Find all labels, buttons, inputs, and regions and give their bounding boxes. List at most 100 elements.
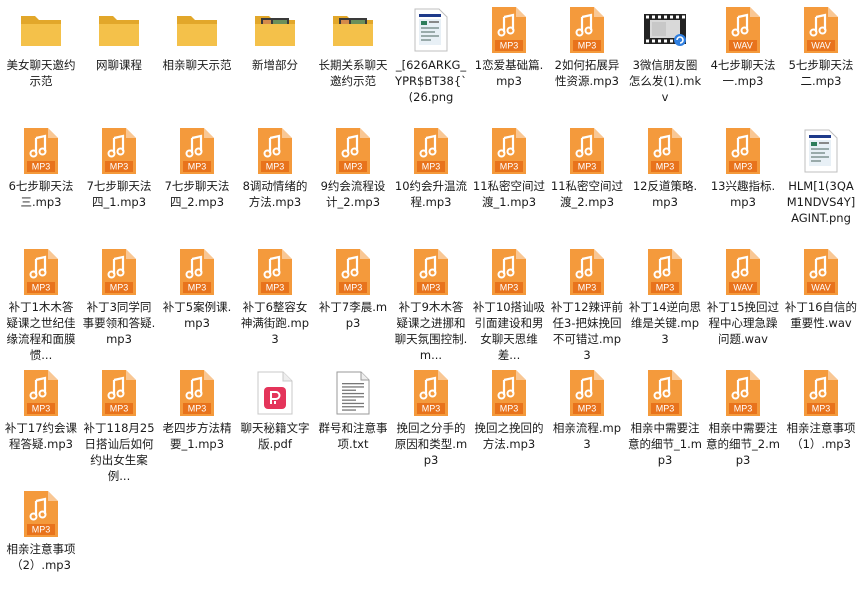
file-item-1[interactable]: 美女聊天邀约示范 bbox=[2, 2, 80, 123]
mp3-file-icon: MP3 bbox=[797, 369, 845, 417]
file-name: 相亲注意事项（2）.mp3 bbox=[6, 542, 76, 572]
file-item-32[interactable]: WAV 补丁15挽回过程中心理急躁问题.wav bbox=[704, 244, 782, 365]
video-file-icon bbox=[641, 6, 689, 54]
file-name: 补丁5案例课.mp3 bbox=[162, 300, 232, 330]
mp3-file-icon: MP3 bbox=[17, 127, 65, 175]
file-type-badge: MP3 bbox=[500, 162, 519, 172]
file-type-badge: MP3 bbox=[32, 162, 51, 172]
file-item-27[interactable]: MP3 补丁7李晨.mp3 bbox=[314, 244, 392, 365]
file-type-badge: MP3 bbox=[812, 404, 831, 414]
file-item-13[interactable]: MP3 7七步聊天法四_1.mp3 bbox=[80, 123, 158, 244]
file-item-34[interactable]: MP3 补丁17约会课程答疑.mp3 bbox=[2, 365, 80, 486]
text-file-icon bbox=[329, 369, 377, 417]
file-name: 补丁17约会课程答疑.mp3 bbox=[4, 421, 78, 451]
file-item-9[interactable]: 3微信朋友圈怎么发(1).mkv bbox=[626, 2, 704, 123]
file-name: 相亲注意事项（1）.mp3 bbox=[786, 421, 856, 451]
file-item-5[interactable]: 长期关系聊天邀约示范 bbox=[314, 2, 392, 123]
file-name: 补丁7李晨.mp3 bbox=[318, 300, 388, 330]
file-type-badge: MP3 bbox=[422, 162, 441, 172]
file-item-7[interactable]: MP3 1恋爱基础篇.mp3 bbox=[470, 2, 548, 123]
file-item-8[interactable]: MP3 2如何拓展异性资源.mp3 bbox=[548, 2, 626, 123]
file-name: 补丁9木木答疑课之进挪和聊天氛围控制.m... bbox=[394, 300, 468, 362]
file-type-badge: MP3 bbox=[578, 404, 597, 414]
file-name: 6七步聊天法三.mp3 bbox=[8, 179, 74, 209]
file-name: 补丁16自信的重要性.wav bbox=[784, 300, 858, 330]
file-name: 聊天秘籍文字版.pdf bbox=[240, 421, 310, 451]
file-name: 挽回之分手的原因和类型.mp3 bbox=[394, 421, 468, 467]
file-type-badge: WAV bbox=[733, 283, 753, 293]
file-item-2[interactable]: 网聊课程 bbox=[80, 2, 158, 123]
file-type-badge: MP3 bbox=[578, 283, 597, 293]
file-item-45[interactable]: MP3 相亲注意事项（2）.mp3 bbox=[2, 486, 80, 607]
file-item-15[interactable]: MP3 8调动情绪的方法.mp3 bbox=[236, 123, 314, 244]
file-item-25[interactable]: MP3 补丁5案例课.mp3 bbox=[158, 244, 236, 365]
file-type-badge: WAV bbox=[811, 283, 831, 293]
mp3-file-icon: MP3 bbox=[563, 248, 611, 296]
file-item-43[interactable]: MP3 相亲中需要注意的细节_2.mp3 bbox=[704, 365, 782, 486]
mp3-file-icon: MP3 bbox=[719, 369, 767, 417]
file-name: 新增部分 bbox=[252, 58, 298, 72]
file-name: 美女聊天邀约示范 bbox=[6, 58, 76, 88]
file-item-29[interactable]: MP3 补丁10搭讪吸引面建设和男女聊天思维差... bbox=[470, 244, 548, 365]
mp3-file-icon: MP3 bbox=[641, 127, 689, 175]
file-name: 11私密空间过渡_1.mp3 bbox=[472, 179, 546, 209]
mp3-file-icon: MP3 bbox=[485, 248, 533, 296]
file-item-39[interactable]: MP3 挽回之分手的原因和类型.mp3 bbox=[392, 365, 470, 486]
file-item-42[interactable]: MP3 相亲中需要注意的细节_1.mp3 bbox=[626, 365, 704, 486]
folder-thumbnail-icon bbox=[251, 6, 299, 54]
file-item-16[interactable]: MP3 9约会流程设计_2.mp3 bbox=[314, 123, 392, 244]
file-type-badge: MP3 bbox=[266, 162, 285, 172]
file-item-21[interactable]: MP3 13兴趣指标.mp3 bbox=[704, 123, 782, 244]
pdf-file-icon bbox=[251, 369, 299, 417]
file-name: 补丁6整容女神满街跑.mp3 bbox=[240, 300, 310, 346]
file-item-24[interactable]: MP3 补丁3同学同事要领和答疑.mp3 bbox=[80, 244, 158, 365]
file-name: 相亲流程.mp3 bbox=[552, 421, 622, 451]
file-item-23[interactable]: MP3 补丁1木木答疑课之世纪佳缘流程和面膜惯... bbox=[2, 244, 80, 365]
file-name: 2如何拓展异性资源.mp3 bbox=[554, 58, 620, 88]
file-item-41[interactable]: MP3 相亲流程.mp3 bbox=[548, 365, 626, 486]
file-item-36[interactable]: MP3 老四步方法精要_1.mp3 bbox=[158, 365, 236, 486]
file-item-18[interactable]: MP3 11私密空间过渡_1.mp3 bbox=[470, 123, 548, 244]
file-type-badge: MP3 bbox=[734, 162, 753, 172]
file-name: 网聊课程 bbox=[96, 58, 142, 72]
file-type-badge: MP3 bbox=[422, 404, 441, 414]
file-item-44[interactable]: MP3 相亲注意事项（1）.mp3 bbox=[782, 365, 858, 486]
file-type-badge: MP3 bbox=[656, 283, 675, 293]
file-name: HLM[1(3QAM1NDVS4Y]AGINT.png bbox=[786, 179, 856, 225]
file-item-12[interactable]: MP3 6七步聊天法三.mp3 bbox=[2, 123, 80, 244]
file-type-badge: MP3 bbox=[188, 162, 207, 172]
file-name: 群号和注意事项.txt bbox=[318, 421, 388, 451]
file-item-22[interactable]: HLM[1(3QAM1NDVS4Y]AGINT.png bbox=[782, 123, 858, 244]
mp3-file-icon: MP3 bbox=[173, 127, 221, 175]
file-item-14[interactable]: MP3 7七步聊天法四_2.mp3 bbox=[158, 123, 236, 244]
file-name: 1恋爱基础篇.mp3 bbox=[474, 58, 544, 88]
file-item-4[interactable]: 新增部分 bbox=[236, 2, 314, 123]
file-item-40[interactable]: MP3 挽回之挽回的方法.mp3 bbox=[470, 365, 548, 486]
file-item-10[interactable]: WAV 4七步聊天法一.mp3 bbox=[704, 2, 782, 123]
file-item-19[interactable]: MP3 11私密空间过渡_2.mp3 bbox=[548, 123, 626, 244]
file-type-badge: MP3 bbox=[578, 41, 597, 51]
file-item-20[interactable]: MP3 12反道策略.mp3 bbox=[626, 123, 704, 244]
file-item-17[interactable]: MP3 10约会升温流程.mp3 bbox=[392, 123, 470, 244]
file-name: 补丁14逆向思维是关键.mp3 bbox=[628, 300, 702, 346]
file-type-badge: MP3 bbox=[188, 283, 207, 293]
file-item-38[interactable]: 群号和注意事项.txt bbox=[314, 365, 392, 486]
file-item-3[interactable]: 相亲聊天示范 bbox=[158, 2, 236, 123]
file-type-badge: MP3 bbox=[110, 404, 129, 414]
file-item-30[interactable]: MP3 补丁12辣评前任3-把妹挽回不可错过.mp3 bbox=[548, 244, 626, 365]
file-item-31[interactable]: MP3 补丁14逆向思维是关键.mp3 bbox=[626, 244, 704, 365]
file-name: 5七步聊天法二.mp3 bbox=[788, 58, 854, 88]
file-item-35[interactable]: MP3 补丁118月25日搭讪后如何约出女生案例... bbox=[80, 365, 158, 486]
file-grid: 美女聊天邀约示范 网聊课程 相亲聊天示范 新增部分 长期关系聊天邀约示范 _[6… bbox=[2, 2, 858, 607]
file-item-11[interactable]: WAV 5七步聊天法二.mp3 bbox=[782, 2, 858, 123]
file-item-6[interactable]: _[626ARKG_YPR$BT38{`(26.png bbox=[392, 2, 470, 123]
mp3-file-icon: MP3 bbox=[485, 6, 533, 54]
file-type-badge: MP3 bbox=[266, 283, 285, 293]
mp3-file-icon: MP3 bbox=[251, 127, 299, 175]
file-item-28[interactable]: MP3 补丁9木木答疑课之进挪和聊天氛围控制.m... bbox=[392, 244, 470, 365]
file-item-33[interactable]: WAV 补丁16自信的重要性.wav bbox=[782, 244, 858, 365]
file-item-37[interactable]: 聊天秘籍文字版.pdf bbox=[236, 365, 314, 486]
wav-file-icon: WAV bbox=[797, 6, 845, 54]
mp3-file-icon: MP3 bbox=[173, 369, 221, 417]
file-item-26[interactable]: MP3 补丁6整容女神满街跑.mp3 bbox=[236, 244, 314, 365]
